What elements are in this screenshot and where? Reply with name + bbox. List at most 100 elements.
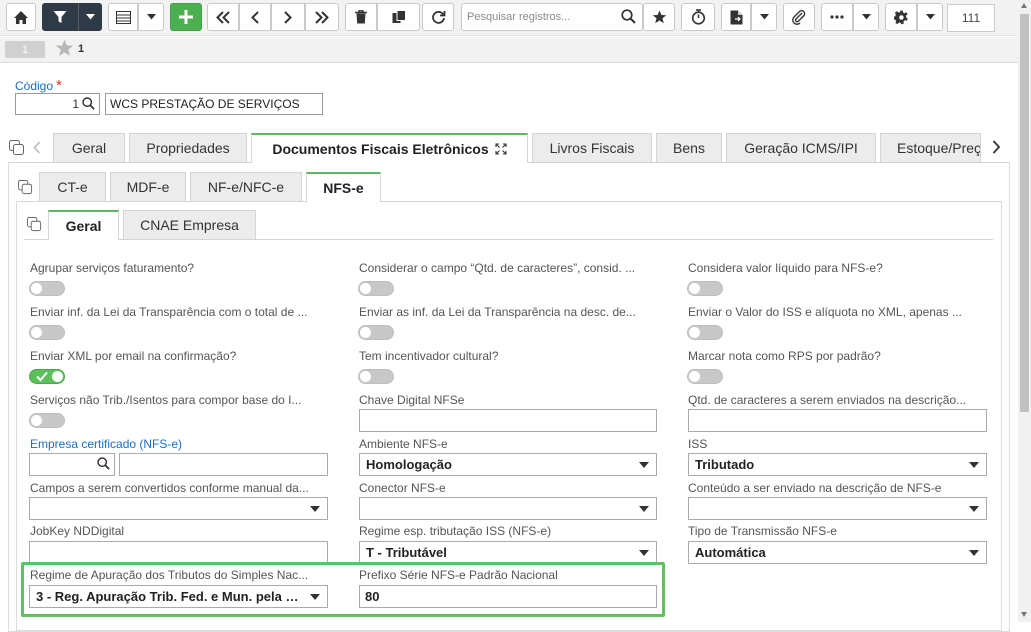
- scroll-down-arrow[interactable]: [1021, 612, 1027, 617]
- search-input[interactable]: [465, 7, 615, 27]
- code-label-text: Código: [15, 79, 54, 93]
- inner-tab-geral[interactable]: Geral: [48, 210, 119, 240]
- scroll-up-arrow[interactable]: [1021, 3, 1027, 8]
- list-view-dropdown-button[interactable]: [138, 3, 164, 31]
- toggle-incentivador-cultural[interactable]: [358, 369, 394, 384]
- label-lei-transparencia-desc: Enviar as inf. da Lei da Transparência n…: [359, 305, 636, 319]
- home-icon: [14, 10, 28, 24]
- last-record-button[interactable]: [305, 3, 339, 31]
- tabs-scroll-left-icon[interactable]: [33, 141, 41, 157]
- more-actions-button[interactable]: [821, 3, 853, 31]
- label-considerar-qtd: Considerar o campo “Qtd. de caracteres”,…: [359, 261, 636, 275]
- prefixo-serie-input[interactable]: 80: [359, 585, 657, 608]
- label-ambiente: Ambiente NFS-e: [359, 437, 448, 451]
- toggle-servicos-nao-trib[interactable]: [29, 413, 65, 428]
- settings-dropdown-button[interactable]: [917, 3, 943, 31]
- vertical-scrollbar[interactable]: [1018, 0, 1031, 622]
- label-campos-convertidos: Campos a serem convertidos conforme manu…: [30, 481, 309, 495]
- campos-convertidos-select[interactable]: [29, 497, 328, 520]
- refresh-button[interactable]: [422, 3, 454, 31]
- subtab-nfe-nfce[interactable]: NF-e/NFC-e: [190, 172, 302, 201]
- duplicate-icon: [392, 10, 406, 23]
- label-iss: ISS: [688, 437, 708, 451]
- expand-icon[interactable]: [495, 143, 507, 155]
- code-field[interactable]: 1: [15, 93, 100, 115]
- toggle-rps-padrao[interactable]: [687, 369, 723, 384]
- tab-documentos-fiscais[interactable]: Documentos Fiscais Eletrônicos: [251, 133, 528, 163]
- tabs-scroll-right-icon[interactable]: [992, 140, 1001, 157]
- copy-icon[interactable]: [27, 217, 42, 235]
- subtab-cte[interactable]: CT-e: [39, 172, 106, 201]
- gear-icon: [893, 9, 908, 24]
- settings-button[interactable]: [885, 3, 917, 31]
- favorite-button[interactable]: [643, 3, 675, 31]
- toggle-valor-iss-xml[interactable]: [687, 325, 723, 340]
- timer-button[interactable]: [681, 3, 715, 31]
- star-icon[interactable]: [55, 39, 74, 60]
- duplicate-button[interactable]: [377, 3, 420, 31]
- label-incentivador-cultural: Tem incentivador cultural?: [359, 349, 499, 363]
- toggle-lei-transparencia-desc[interactable]: [358, 325, 394, 340]
- ambiente-select[interactable]: Homologação: [359, 453, 657, 476]
- tab-geracao-icms-ipi[interactable]: Geração ICMS/IPI: [726, 133, 876, 162]
- record-tab-index: 1: [21, 43, 29, 56]
- jobkey-input[interactable]: [29, 541, 328, 564]
- search-icon[interactable]: [97, 457, 110, 473]
- report-dropdown-button[interactable]: [751, 3, 777, 31]
- empresa-certificado-name-input[interactable]: [119, 453, 328, 476]
- regime-iss-select[interactable]: T - Tributável: [359, 541, 657, 564]
- refresh-icon: [431, 10, 445, 24]
- search-icon[interactable]: [621, 9, 636, 27]
- scrollbar-thumb[interactable]: [1020, 14, 1029, 412]
- caret-down-icon: [639, 462, 649, 468]
- toggle-valor-liquido[interactable]: [687, 281, 723, 296]
- company-name-field[interactable]: WCS PRESTAÇÃO DE SERVIÇOS: [105, 93, 323, 115]
- tab-geral[interactable]: Geral: [53, 133, 125, 162]
- qtd-caracteres-input[interactable]: [688, 409, 987, 432]
- subtab-nfse[interactable]: NFS-e: [306, 172, 381, 202]
- chave-digital-input[interactable]: [359, 409, 657, 432]
- subtab-mdfe[interactable]: MDF-e: [110, 172, 186, 201]
- tab-propriedades[interactable]: Propriedades: [129, 133, 247, 162]
- tab-bens[interactable]: Bens: [656, 133, 722, 162]
- next-record-button[interactable]: [271, 3, 305, 31]
- attachment-button[interactable]: [783, 3, 815, 31]
- label-empresa-certificado[interactable]: Empresa certificado (NFS-e): [30, 437, 320, 451]
- toggle-xml-email[interactable]: [29, 369, 65, 384]
- conector-select[interactable]: [359, 497, 657, 520]
- toggle-considerar-qtd[interactable]: [358, 281, 394, 296]
- tab-estoque-preco[interactable]: Estoque/Preço: [880, 133, 981, 162]
- inner-tab-cnae-empresa[interactable]: CNAE Empresa: [123, 210, 256, 239]
- copy-icon[interactable]: [9, 140, 25, 159]
- report-button[interactable]: [721, 3, 751, 31]
- record-count-badge: 111: [947, 4, 995, 32]
- iss-select[interactable]: Tributado: [688, 453, 987, 476]
- filter-button[interactable]: [42, 3, 78, 31]
- toggle-lei-transparencia-total[interactable]: [29, 325, 65, 340]
- copy-icon[interactable]: [18, 180, 33, 198]
- empresa-certificado-code-input[interactable]: [29, 453, 115, 476]
- add-record-button[interactable]: [170, 3, 202, 31]
- first-record-button[interactable]: [207, 3, 239, 31]
- home-button[interactable]: [6, 3, 36, 31]
- toggle-agrupar-servicos[interactable]: [29, 281, 65, 296]
- delete-button[interactable]: [345, 3, 377, 31]
- caret-down-icon: [969, 550, 979, 556]
- conteudo-descricao-select[interactable]: [688, 497, 987, 520]
- list-view-button[interactable]: [108, 3, 138, 31]
- stopwatch-icon: [691, 9, 705, 25]
- label-regime-iss: Regime esp. tributação ISS (NFS-e): [359, 524, 552, 538]
- more-actions-dropdown-button[interactable]: [853, 3, 879, 31]
- paperclip-icon: [792, 10, 806, 25]
- inner-tab-underline: [24, 239, 48, 240]
- tipo-transmissao-select[interactable]: Automática: [688, 541, 987, 564]
- label-prefixo-serie: Prefixo Série NFS-e Padrão Nacional: [359, 568, 558, 582]
- filter-dropdown-button[interactable]: [78, 3, 102, 31]
- previous-record-button[interactable]: [239, 3, 271, 31]
- tab-livros-fiscais[interactable]: Livros Fiscais: [532, 133, 652, 162]
- record-tab[interactable]: 1: [5, 41, 45, 58]
- caret-down-icon: [925, 14, 935, 20]
- search-icon[interactable]: [82, 97, 95, 113]
- regime-simples-select[interactable]: 3 - Reg. Apuração Trib. Fed. e Mun. pela…: [29, 585, 328, 608]
- caret-down-icon: [310, 594, 320, 600]
